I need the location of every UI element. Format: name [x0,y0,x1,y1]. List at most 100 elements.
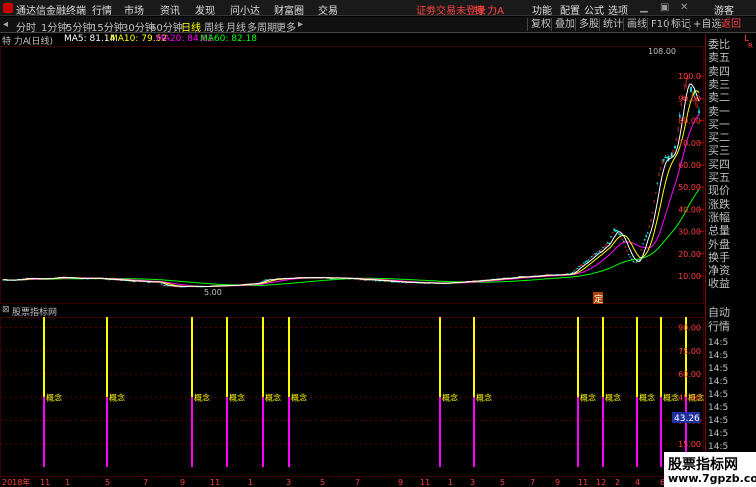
quote-field-label: 买四 [708,157,730,171]
tick-time: 14:5 [708,416,729,426]
current-value: 43.26 [674,414,700,424]
quote-field-label: 卖一 [708,104,730,118]
draw-line-button[interactable]: 画线 [623,18,650,31]
ma60-value: MA60: 82.18 [200,34,258,44]
more-arrow-icon[interactable]: ▸ [298,19,303,30]
window-stock-title: 特 力A [474,6,505,17]
signal-label: 概念 [663,392,679,402]
indicator-menu-icon[interactable]: ⊠ [2,305,10,315]
quote-field-label: 卖二 [708,91,730,105]
tab-15min[interactable]: 15分钟 [91,19,124,34]
menu-ask[interactable]: 问小达 [230,2,260,17]
date-label: 1 [248,478,253,487]
menu-wealth[interactable]: 财富圈 [274,2,304,17]
kline-chart[interactable]: 100.0 90.00 80.00 70.00 60.00 50.00 40.00 30.00… [0,46,704,304]
quote-field-label: 收益 [708,277,730,291]
date-label: 4 [635,478,640,487]
back-button[interactable]: 返回 [717,18,744,31]
tab-more[interactable]: 更多 [276,19,296,34]
main-axis-label: 70.00 [678,139,701,148]
tab-60min[interactable]: 60分钟 [150,19,183,34]
menu-formula[interactable]: 公式 [584,2,604,17]
date-axis: 2018年11157911135791113579111224689 [2,477,704,487]
quote-field-label: 外盘 [708,237,730,251]
quote-field-label: 买二 [708,131,730,145]
statistics-button[interactable]: 统计 [599,18,626,31]
signal-label: 概念 [109,392,125,402]
main-axis-label: 60.00 [678,161,701,170]
quote-field-label: 卖三 [708,77,730,91]
fixed-marker-label: 定 [594,293,603,304]
indicator-axis-label: 45.00 [678,393,701,402]
date-label: 5 [105,478,110,487]
menu-trade[interactable]: 交易 [318,2,338,17]
maximize-icon[interactable]: ▣ [660,2,669,13]
tick-time: 14:5 [708,338,729,348]
quote-field-label: 卖四 [708,64,730,78]
minimize-icon[interactable]: ▁ [640,2,648,13]
quote-field-label: 涨幅 [708,210,730,224]
quote-field-label: 买三 [708,144,730,158]
watermark: 股票指标网 www.7gpzb.com [664,452,756,487]
tab-monthly[interactable]: 月线 [226,19,246,34]
main-axis-label: 40.00 [678,205,701,214]
low-price-label: 5.00 [204,288,222,297]
ma5-value: MA5: 81.14 [64,34,116,44]
quote-field-label: 现价 [708,184,730,198]
left-arrow-icon[interactable]: ◂ [3,19,8,30]
multi-stock-button[interactable]: 多股 [575,18,602,31]
tab-multi-period[interactable]: 多周期 [247,19,277,34]
date-label: 9 [180,478,185,487]
panel-tab[interactable]: 自动 [708,306,730,320]
quote-field-label: 总量 [708,224,730,238]
overlay-button[interactable]: 叠加 [551,18,578,31]
indicator-axis-label: 60.00 [678,370,701,379]
date-label: 1 [65,478,70,487]
menu-config[interactable]: 配置 [560,2,580,17]
watermark-url: www.7gpzb.com [668,472,756,485]
quote-field-label: 买五 [708,171,730,184]
menu-market[interactable]: 市场 [124,2,144,17]
signal-label: 概念 [265,392,281,402]
high-price-label: 108.00 [648,47,676,56]
panel-tab[interactable]: 行情 [708,320,730,334]
tab-5min[interactable]: 5分钟 [66,19,92,34]
main-axis-label: 20.00 [678,250,701,259]
indicator-chart[interactable]: 概念 概念 概念 概念 概念 概念 概念 概念 概念 概念 概念 概念 概念 90.0075.0060.… [0,317,704,477]
signal-label: 概念 [605,392,621,402]
date-label: 7 [530,478,535,487]
signal-label: 概念 [639,392,655,402]
tab-1min[interactable]: 1分钟 [41,19,67,34]
watermark-title: 股票指标网 [668,457,738,473]
main-axis-label: 100.0 [678,72,701,81]
signal-label: 概念 [46,392,62,402]
app-logo-icon [3,3,13,13]
date-label: 2 [615,478,620,487]
guest-label[interactable]: 游客 [714,2,734,17]
tab-weekly[interactable]: 周线 [204,19,224,34]
tick-time: 14:5 [708,364,729,374]
date-label: 3 [470,478,475,487]
quote-field-label: 买一 [708,117,730,131]
tab-daily[interactable]: 日线 [181,19,201,34]
main-axis-label: 10.00 [678,272,701,281]
menu-quotes[interactable]: 行情 [92,2,112,17]
menu-options[interactable]: 选项 [608,2,628,17]
quote-panel: L R 委比 卖五 卖四 卖三 卖二 卖一 买一 买二 买三 买四 买五 现价 涨跌 涨幅 总量 外盘 换手 净资… [705,34,756,487]
signal-label: 概念 [580,392,596,402]
indicator-header: ⊠ 股票指标网 [0,305,704,318]
quote-field-label: 换手 [708,250,730,264]
menu-discover[interactable]: 发现 [195,2,215,17]
close-icon[interactable]: ✕ [680,2,688,13]
date-label: 7 [143,478,148,487]
quote-field-label: 净资 [708,264,730,278]
menu-function[interactable]: 功能 [532,2,552,17]
menu-news[interactable]: 资讯 [160,2,180,17]
title-bar: 通达信金融终端 行情 市场 资讯 发现 问小达 财富圈 交易 证劵交易未登录 特… [0,0,756,17]
date-label: 9 [398,478,403,487]
date-label: 1 [448,478,453,487]
tab-timeshare[interactable]: 分时 [16,19,36,34]
main-axis-label: 80.00 [678,117,701,126]
restore-right-button[interactable]: 复权 [527,18,554,31]
indicator-axis-label: 15.00 [678,440,701,449]
